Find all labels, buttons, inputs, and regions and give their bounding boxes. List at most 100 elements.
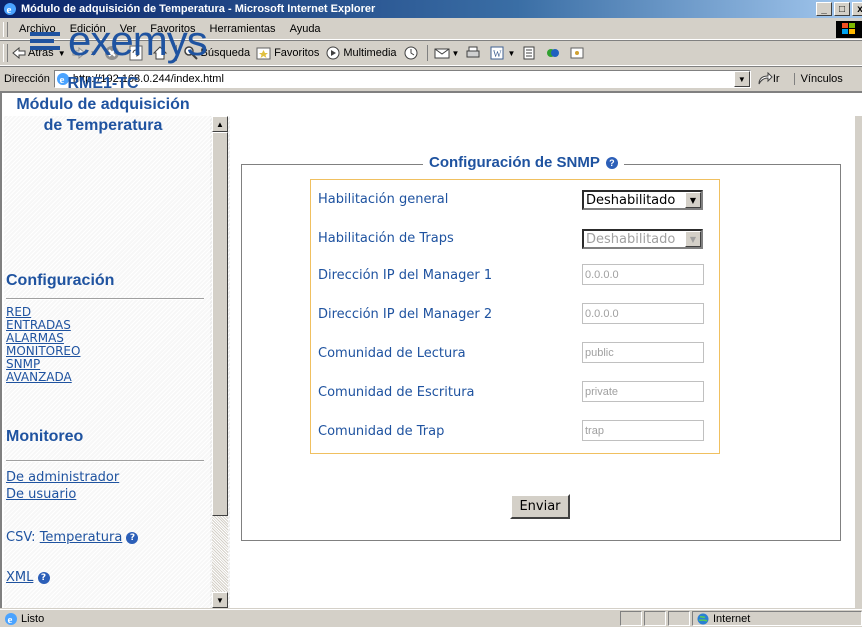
zone-label: Internet — [713, 612, 751, 625]
zone-panel: Internet — [692, 611, 862, 626]
svg-text:W: W — [493, 49, 502, 59]
mail-icon — [434, 48, 450, 59]
scroll-up-icon[interactable]: ▲ — [212, 116, 228, 132]
edit-button[interactable]: W ▼ — [489, 45, 515, 61]
snmp-help-icon[interactable]: ? — [605, 156, 618, 169]
status-message: e Listo — [4, 612, 44, 626]
trap-community-label: Comunidad de Trap — [318, 424, 445, 439]
traps-enable-value: Deshabilitado — [586, 231, 676, 247]
read-community-label: Comunidad de Lectura — [318, 346, 466, 361]
discuss-button[interactable] — [521, 45, 539, 61]
general-enable-label: Habilitación general — [318, 192, 449, 207]
device-name-line-1: RME1-TC — [67, 75, 139, 92]
back-arrow-icon — [12, 47, 26, 59]
device-name-line-3: de Temperatura — [43, 117, 163, 134]
address-dropdown-icon[interactable]: ▼ — [733, 71, 750, 87]
favorites-label: Favoritos — [274, 47, 320, 59]
multimedia-button[interactable]: Multimedia — [325, 45, 397, 61]
internet-explorer-icon: e — [4, 3, 16, 16]
research-icon — [570, 47, 584, 59]
right-frame-scrollbar[interactable] — [854, 116, 862, 608]
mail-button[interactable]: ▼ — [426, 45, 460, 61]
favorites-icon — [256, 47, 271, 60]
nav-link-avanzada[interactable]: AVANZADA — [6, 371, 72, 384]
svg-text:e: e — [7, 4, 12, 16]
traps-enable-label: Habilitación de Traps — [318, 231, 454, 246]
print-icon — [466, 46, 480, 58]
device-name: RME1-TC Módulo de adquisición de Tempera… — [0, 73, 206, 136]
window-titlebar: e Módulo de adquisición de Temperatura -… — [0, 0, 862, 18]
history-button[interactable] — [403, 45, 421, 61]
exemys-logo: exemys — [30, 17, 208, 64]
status-text: Listo — [21, 612, 45, 625]
trap-community-input: trap — [582, 420, 704, 441]
exemys-logo-text: exemys — [68, 17, 208, 64]
submit-button[interactable]: Enviar — [510, 494, 570, 519]
status-panel-2 — [644, 611, 666, 626]
write-community-input: private — [582, 381, 704, 402]
nav-link-admin-monitor[interactable]: De administrador — [6, 470, 119, 485]
minimize-button[interactable]: _ — [816, 2, 832, 16]
manager2-ip-input: 0.0.0.0 — [582, 303, 704, 324]
scroll-thumb[interactable] — [212, 132, 228, 516]
edit-dropdown-icon[interactable]: ▼ — [507, 49, 515, 58]
internet-zone-icon — [697, 613, 709, 624]
chevron-down-icon[interactable]: ▼ — [685, 192, 701, 208]
word-edit-icon: W — [490, 46, 504, 60]
manager1-ip-label: Dirección IP del Manager 1 — [318, 268, 493, 283]
go-label: Ir — [772, 73, 780, 85]
print-button[interactable] — [465, 45, 483, 61]
snmp-form-title-text: Configuración de SNMP — [429, 154, 600, 171]
read-community-input: public — [582, 342, 704, 363]
xml-help-icon[interactable]: ? — [37, 571, 50, 584]
research-button[interactable] — [569, 45, 587, 61]
close-button[interactable]: x — [852, 2, 862, 16]
svg-text:e: e — [8, 614, 13, 626]
toolbar-grip[interactable] — [3, 44, 8, 62]
manager2-ip-label: Dirección IP del Manager 2 — [318, 307, 493, 322]
left-frame-scrollbar[interactable]: ▲ ▼ — [212, 116, 228, 608]
nav-link-user-monitor[interactable]: De usuario — [6, 487, 76, 502]
general-enable-select[interactable]: Deshabilitado ▼ — [582, 190, 703, 210]
multimedia-label: Multimedia — [343, 47, 397, 59]
windows-logo-icon — [836, 20, 862, 38]
go-button[interactable]: Ir — [757, 72, 780, 86]
favorites-button[interactable]: Favoritos — [256, 45, 319, 61]
menubar-grip[interactable] — [3, 21, 8, 37]
menu-ayuda[interactable]: Ayuda — [283, 23, 328, 35]
go-arrow-icon — [758, 72, 773, 85]
maximize-button[interactable]: □ — [834, 2, 850, 16]
csv-help-icon[interactable]: ? — [126, 531, 139, 544]
config-section-title: Configuración — [6, 272, 115, 289]
page-done-icon: e — [5, 612, 17, 626]
config-divider — [6, 298, 204, 300]
status-panel-1 — [620, 611, 642, 626]
messenger-button[interactable] — [545, 45, 563, 61]
multimedia-icon — [326, 46, 340, 60]
monitor-divider — [6, 460, 204, 462]
menu-herramientas[interactable]: Herramientas — [203, 23, 283, 35]
xml-row: XML ? — [6, 570, 50, 585]
links-button[interactable]: Vínculos — [793, 73, 843, 85]
xml-link[interactable]: XML — [6, 570, 33, 585]
mail-dropdown-icon[interactable]: ▼ — [452, 49, 460, 58]
general-enable-value: Deshabilitado — [586, 192, 676, 208]
device-name-line-2: Módulo de adquisición — [16, 96, 190, 113]
scroll-down-icon[interactable]: ▼ — [212, 592, 228, 608]
traps-enable-select: Deshabilitado ▼ — [582, 229, 703, 249]
csv-temperature-link[interactable]: Temperatura — [40, 530, 123, 545]
document-icon — [523, 46, 535, 60]
exemys-logo-mark — [30, 30, 62, 52]
history-icon — [404, 46, 418, 60]
messenger-icon — [547, 49, 560, 57]
chevron-down-icon: ▼ — [685, 231, 701, 247]
csv-row: CSV: Temperatura ? — [6, 530, 139, 545]
csv-label: CSV: — [6, 530, 36, 545]
write-community-label: Comunidad de Escritura — [318, 385, 475, 400]
monitor-section-title: Monitoreo — [6, 428, 84, 445]
snmp-form-title: Configuración de SNMP ? — [423, 154, 624, 171]
manager1-ip-input: 0.0.0.0 — [582, 264, 704, 285]
search-label: Búsqueda — [200, 47, 251, 59]
window-title: Módulo de adquisición de Temperatura - M… — [21, 3, 376, 15]
status-panel-3 — [668, 611, 690, 626]
